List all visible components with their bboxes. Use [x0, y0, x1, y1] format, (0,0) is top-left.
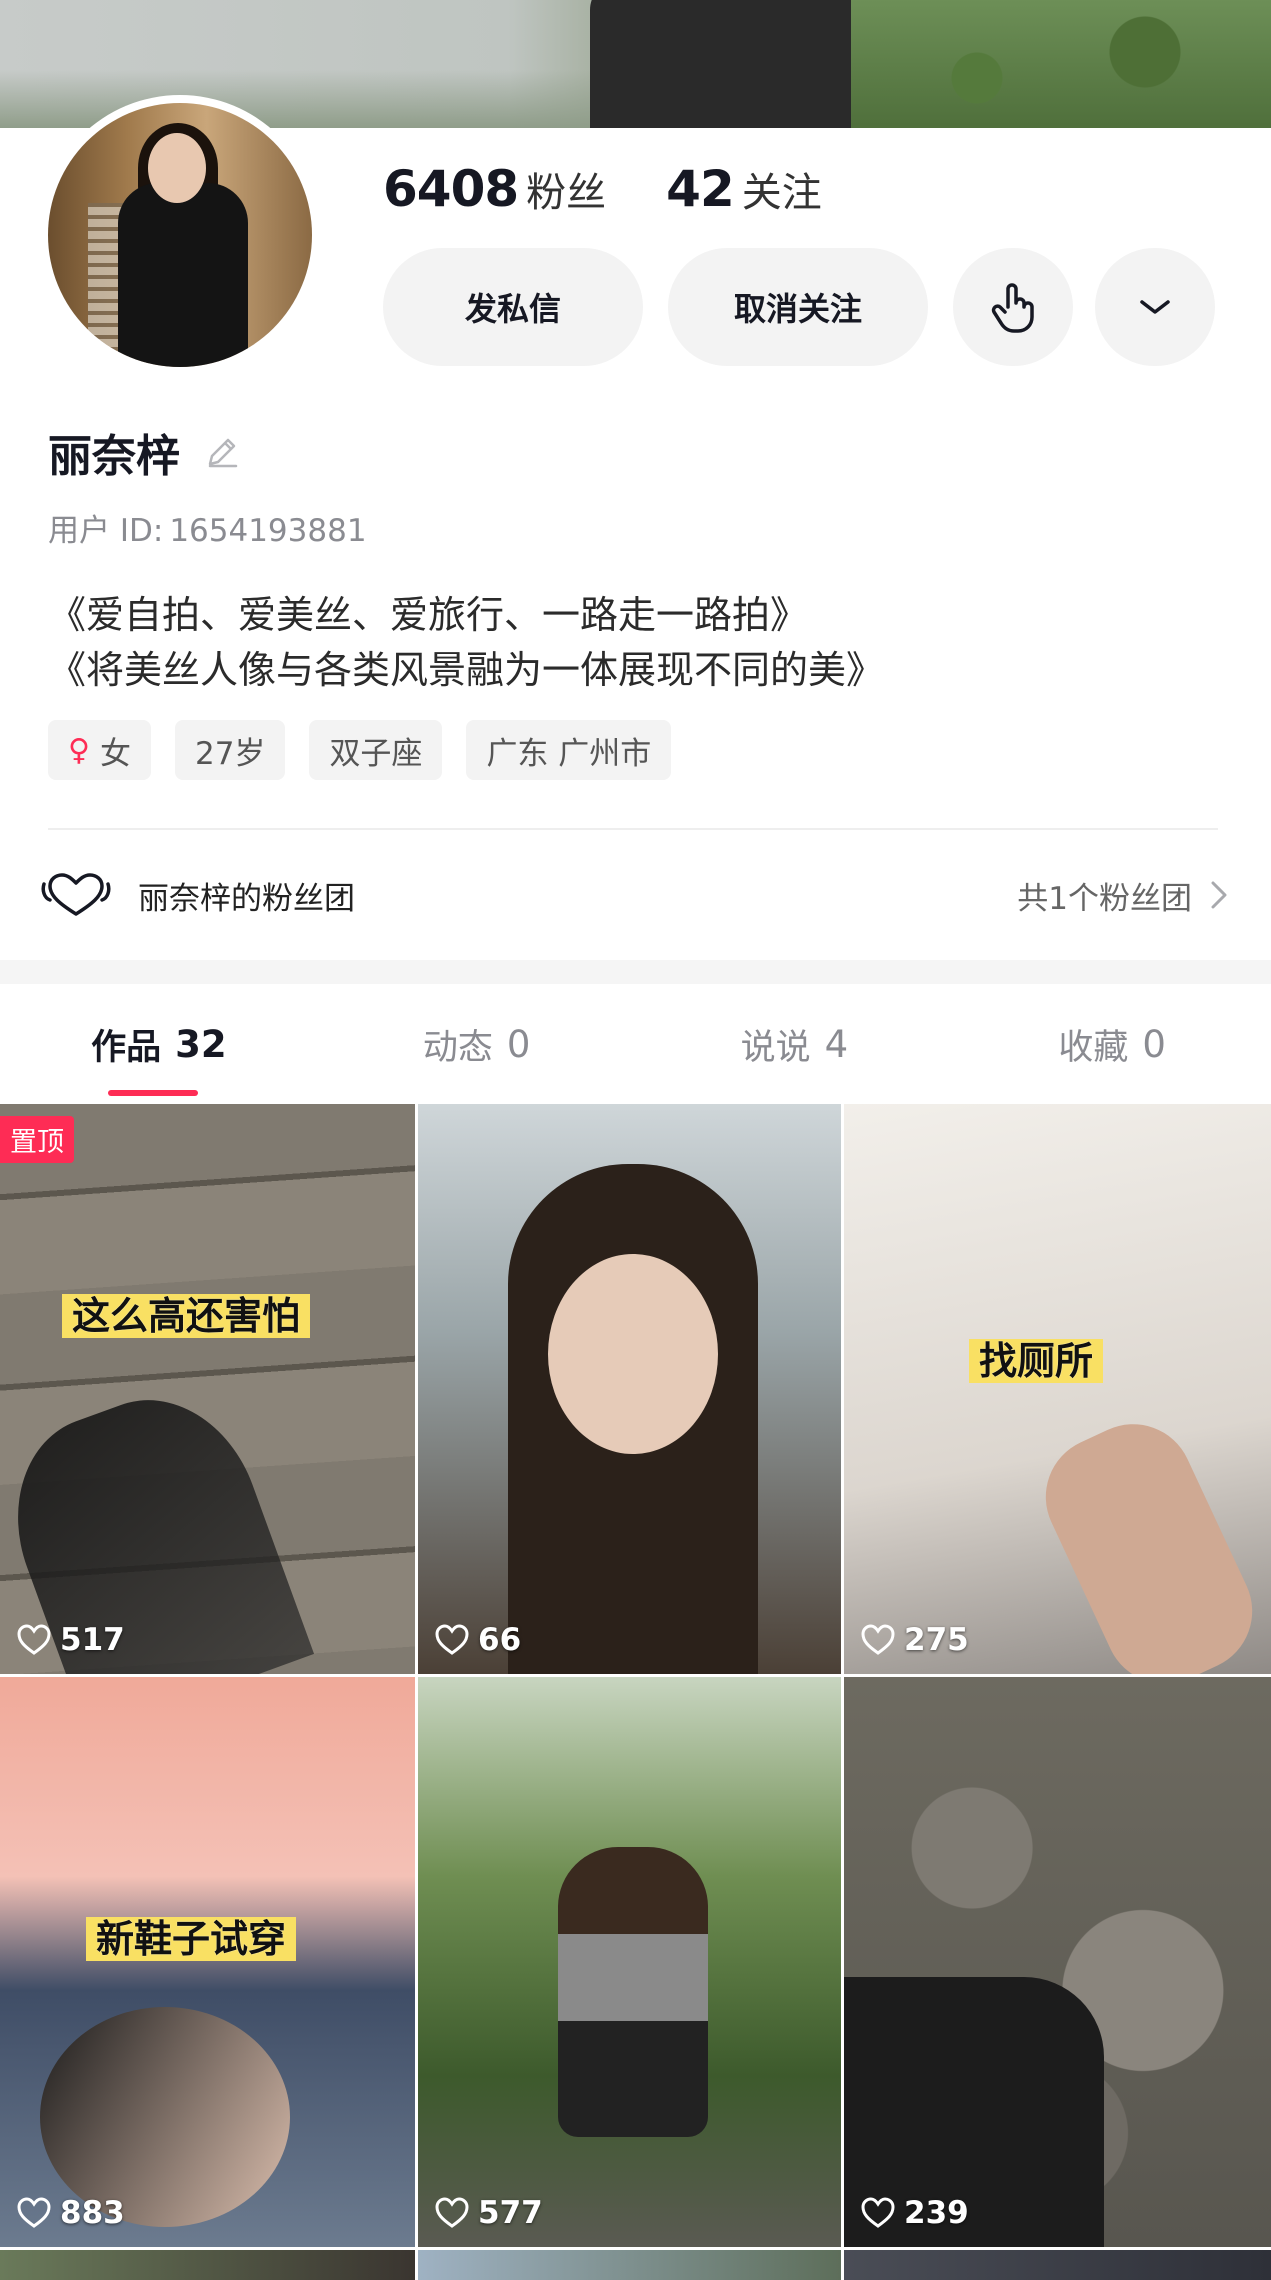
fanclub-count-text: 共1个粉丝团 [1017, 880, 1192, 917]
video-thumbnail-partial[interactable] [0, 2250, 415, 2280]
tab-count: 0 [1142, 1022, 1166, 1066]
fans-count[interactable]: 6408 [383, 160, 519, 218]
heart-icon [435, 2197, 469, 2228]
thumbnail-image [0, 1677, 415, 2247]
tab-count: 32 [175, 1022, 227, 1066]
video-thumbnail[interactable]: 新鞋子试穿 883 [0, 1677, 418, 2247]
heart-icon [17, 2197, 51, 2228]
user-id: 用户 ID: 1654193881 [48, 505, 367, 550]
fanclub-count[interactable]: 共1个粉丝团 [1017, 873, 1230, 918]
heart-icon [861, 1624, 895, 1655]
video-caption: 找厕所 [969, 1339, 1104, 1383]
video-thumbnail[interactable]: 239 [844, 1677, 1271, 2247]
tab-label: 说说 [740, 1027, 811, 1068]
location-tag: 广东 广州市 [466, 720, 672, 780]
hand-tap-icon [991, 283, 1034, 333]
video-thumbnail[interactable]: 577 [418, 1677, 844, 2247]
poke-button[interactable] [953, 248, 1073, 366]
like-count-value: 577 [478, 2195, 543, 2231]
profile-tags: ♀ 女 27岁 双子座 广东 广州市 [48, 720, 695, 780]
avatar[interactable] [40, 95, 320, 375]
tab-posts[interactable]: 说说 4 [636, 984, 954, 1104]
video-caption: 新鞋子试穿 [86, 1917, 297, 1961]
bio: 《爱自拍、爱美丝、爱旅行、一路走一路拍》 《将美丝人像与各类风景融为一体展现不同… [48, 588, 884, 698]
fans-label[interactable]: 粉丝 [526, 160, 606, 218]
profile-header: 6408 粉丝 42 关注 发私信 取消关注 丽奈梓 用户 ID: 1654193… [0, 95, 1271, 958]
like-count-value: 275 [904, 1622, 969, 1658]
profile-stats: 6408 粉丝 42 关注 [383, 160, 882, 218]
following-count[interactable]: 42 [666, 160, 735, 218]
divider [48, 828, 1218, 830]
tab-count: 4 [824, 1022, 849, 1066]
thumbnail-image [844, 1104, 1271, 1674]
heart-icon [435, 1624, 469, 1655]
video-thumbnail-partial[interactable] [844, 2250, 1271, 2280]
tab-count: 0 [506, 1022, 531, 1066]
tab-label: 动态 [422, 1027, 493, 1068]
like-count: 66 [434, 1622, 521, 1658]
next-row-thumbnails [0, 2250, 1271, 2280]
fanclub-heart-icon [41, 873, 111, 916]
tab-moments[interactable]: 动态 0 [318, 984, 636, 1104]
profile-tabs: 作品 32 动态 0 说说 4 收藏 0 [0, 984, 1271, 1104]
unfollow-button[interactable]: 取消关注 [668, 248, 928, 366]
like-count: 883 [16, 2195, 125, 2231]
tab-favorites[interactable]: 收藏 0 [953, 984, 1271, 1104]
avatar-body [118, 183, 248, 367]
following-label[interactable]: 关注 [742, 160, 822, 218]
section-gap [0, 960, 1271, 984]
more-button[interactable] [1095, 248, 1215, 366]
like-count: 239 [860, 2195, 969, 2231]
bio-line: 《爱自拍、爱美丝、爱旅行、一路走一路拍》 [48, 593, 809, 637]
name-row: 丽奈梓 [48, 420, 244, 484]
profile-name: 丽奈梓 [48, 431, 180, 482]
bio-line: 《将美丝人像与各类风景融为一体展现不同的美》 [48, 648, 885, 692]
like-count-value: 66 [478, 1622, 522, 1658]
edit-icon[interactable] [200, 430, 244, 474]
video-grid: 置顶 这么高还害怕 517 66 找厕所 275 新鞋子试穿 883 577 2… [0, 1104, 1271, 2247]
thumbnail-image [0, 1104, 415, 1674]
tab-works[interactable]: 作品 32 [0, 984, 318, 1104]
user-id-label: 用户 ID: [48, 513, 164, 549]
user-id-value[interactable]: 1654193881 [169, 513, 366, 549]
like-count-value: 883 [60, 2195, 125, 2231]
age-tag: 27岁 [174, 720, 286, 780]
action-buttons: 发私信 取消关注 [383, 248, 1237, 366]
message-button[interactable]: 发私信 [383, 248, 643, 366]
tab-label: 收藏 [1058, 1027, 1129, 1068]
like-count: 275 [860, 1622, 969, 1658]
chevron-down-icon [1140, 300, 1170, 314]
zodiac-tag: 双子座 [309, 720, 443, 780]
chevron-right-icon [1211, 881, 1227, 909]
fanclub-row[interactable]: 丽奈梓的粉丝团 共1个粉丝团 [40, 860, 1230, 930]
video-thumbnail-partial[interactable] [418, 2250, 841, 2280]
video-caption: 这么高还害怕 [62, 1294, 311, 1338]
tab-label: 作品 [91, 1027, 162, 1068]
thumbnail-image [844, 1677, 1271, 2247]
like-count: 517 [16, 1622, 125, 1658]
like-count-value: 517 [60, 1622, 125, 1658]
thumbnail-image [418, 1677, 841, 2247]
thumbnail-image [418, 1104, 841, 1674]
cover-grass [851, 0, 1271, 130]
cover-hills [0, 70, 600, 130]
avatar-head [148, 133, 206, 203]
pinned-badge: 置顶 [0, 1116, 74, 1163]
female-icon: ♀ [68, 732, 90, 768]
video-thumbnail[interactable]: 66 [418, 1104, 844, 1674]
fanclub-label: 丽奈梓的粉丝团 [138, 880, 355, 917]
video-thumbnail[interactable]: 找厕所 275 [844, 1104, 1271, 1674]
like-count: 577 [434, 2195, 543, 2231]
cover-figure [590, 0, 860, 130]
heart-icon [861, 2197, 895, 2228]
gender-tag: ♀ 女 [48, 720, 151, 780]
avatar-photo [48, 103, 312, 367]
heart-icon [17, 1624, 51, 1655]
video-thumbnail[interactable]: 置顶 这么高还害怕 517 [0, 1104, 418, 1674]
gender-text: 女 [99, 735, 131, 772]
like-count-value: 239 [904, 2195, 969, 2231]
